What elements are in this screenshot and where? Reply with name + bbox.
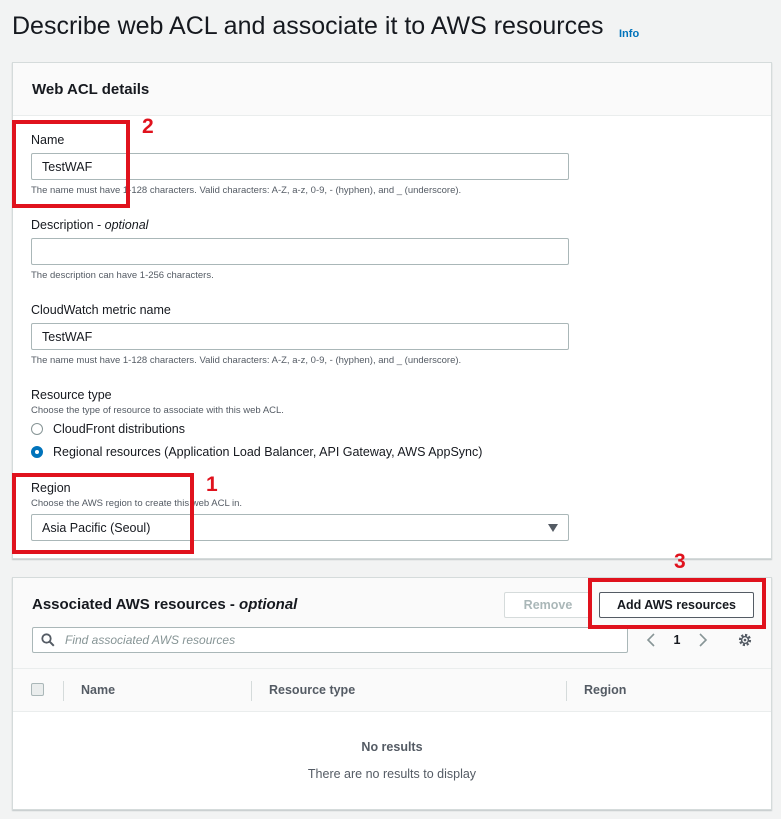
radio-regional[interactable]: Regional resources (Application Load Bal… <box>31 444 482 460</box>
associated-title-optional: optional <box>239 596 298 613</box>
associated-title-text: Associated AWS resources - <box>32 596 240 613</box>
radio-regional-label: Regional resources (Application Load Bal… <box>53 445 483 459</box>
radio-cloudfront-circle[interactable] <box>31 423 43 435</box>
resource-type-label: Resource type <box>31 388 112 402</box>
empty-state-text: There are no results to display <box>307 767 477 781</box>
annotation-box-add-resources <box>588 578 766 629</box>
radio-regional-circle[interactable] <box>31 446 43 458</box>
column-divider <box>566 681 567 701</box>
column-divider <box>251 681 252 701</box>
column-resource-type[interactable]: Resource type <box>269 683 355 697</box>
description-hint: The description can have 1-256 character… <box>31 270 214 281</box>
empty-state-title: No results <box>361 740 423 754</box>
description-label-text: Description - <box>31 218 105 232</box>
metric-hint: The name must have 1-128 characters. Val… <box>31 355 462 366</box>
resource-type-hint: Choose the type of resource to associate… <box>31 405 284 416</box>
pager-page-number[interactable]: 1 <box>669 630 685 650</box>
chevron-left-icon <box>646 633 655 647</box>
pager-previous[interactable] <box>643 630 659 650</box>
table-header: Name Resource type Region <box>13 669 771 712</box>
column-name[interactable]: Name <box>81 683 115 697</box>
preferences-button[interactable] <box>736 630 754 650</box>
metric-input[interactable] <box>31 323 569 350</box>
caret-down-icon <box>548 523 558 532</box>
info-link[interactable]: Info <box>619 28 639 40</box>
column-region[interactable]: Region <box>584 683 626 697</box>
annotation-number-3: 3 <box>674 550 686 573</box>
select-all-checkbox[interactable] <box>31 683 44 696</box>
web-acl-details-title: Web ACL details <box>32 81 150 98</box>
remove-button[interactable]: Remove <box>504 592 592 618</box>
gear-icon <box>738 633 752 647</box>
annotation-number-1: 1 <box>206 473 218 496</box>
page-title: Describe web ACL and associate it to AWS… <box>12 12 604 40</box>
annotation-box-name <box>12 120 130 208</box>
radio-cloudfront[interactable]: CloudFront distributions <box>31 421 185 437</box>
annotation-number-2: 2 <box>142 115 154 138</box>
chevron-right-icon <box>699 633 708 647</box>
associated-resources-title: Associated AWS resources - optional <box>32 596 297 613</box>
search-placeholder: Find associated AWS resources <box>65 633 236 647</box>
search-icon <box>41 633 55 647</box>
annotation-box-region <box>12 473 194 554</box>
radio-cloudfront-label: CloudFront distributions <box>53 422 186 436</box>
search-input[interactable]: Find associated AWS resources <box>32 627 628 653</box>
metric-label: CloudWatch metric name <box>31 303 171 317</box>
description-input[interactable] <box>31 238 569 265</box>
pager-next[interactable] <box>695 630 711 650</box>
web-acl-details-header: Web ACL details <box>13 63 771 116</box>
description-optional: optional <box>104 218 149 232</box>
column-divider <box>63 681 64 701</box>
description-label: Description - optional <box>31 218 148 232</box>
